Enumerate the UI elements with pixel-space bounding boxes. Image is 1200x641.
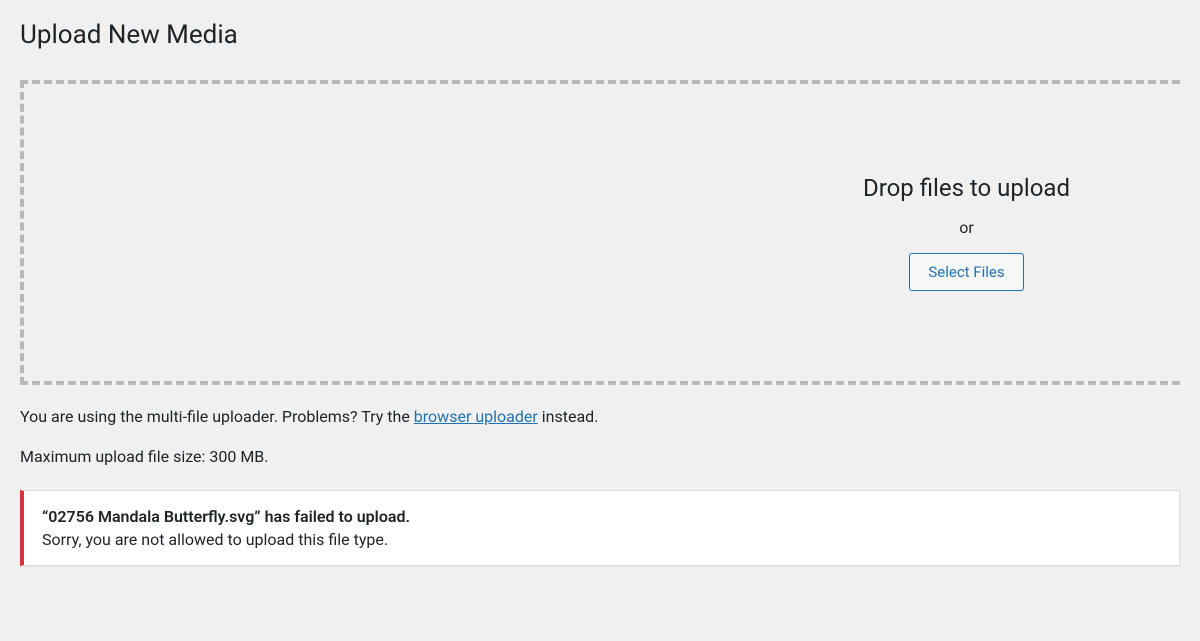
uploader-info: You are using the multi-file uploader. P… bbox=[20, 405, 1180, 429]
page-title: Upload New Media bbox=[20, 20, 1180, 50]
error-title: “02756 Mandala Butterfly.svg” has failed… bbox=[42, 507, 1161, 526]
drop-zone-or-label: or bbox=[959, 218, 974, 237]
upload-error-notice: “02756 Mandala Butterfly.svg” has failed… bbox=[20, 490, 1180, 566]
browser-uploader-link[interactable]: browser uploader bbox=[414, 407, 538, 426]
file-drop-zone[interactable]: Drop files to upload or Select Files bbox=[20, 80, 1180, 385]
select-files-button[interactable]: Select Files bbox=[909, 253, 1023, 291]
max-upload-size-info: Maximum upload file size: 300 MB. bbox=[20, 447, 1180, 466]
drop-zone-heading: Drop files to upload bbox=[863, 174, 1070, 202]
uploader-info-prefix: You are using the multi-file uploader. P… bbox=[20, 407, 414, 426]
error-message: Sorry, you are not allowed to upload thi… bbox=[42, 530, 1161, 549]
uploader-info-suffix: instead. bbox=[538, 407, 599, 426]
drop-zone-content: Drop files to upload or Select Files bbox=[863, 174, 1070, 291]
